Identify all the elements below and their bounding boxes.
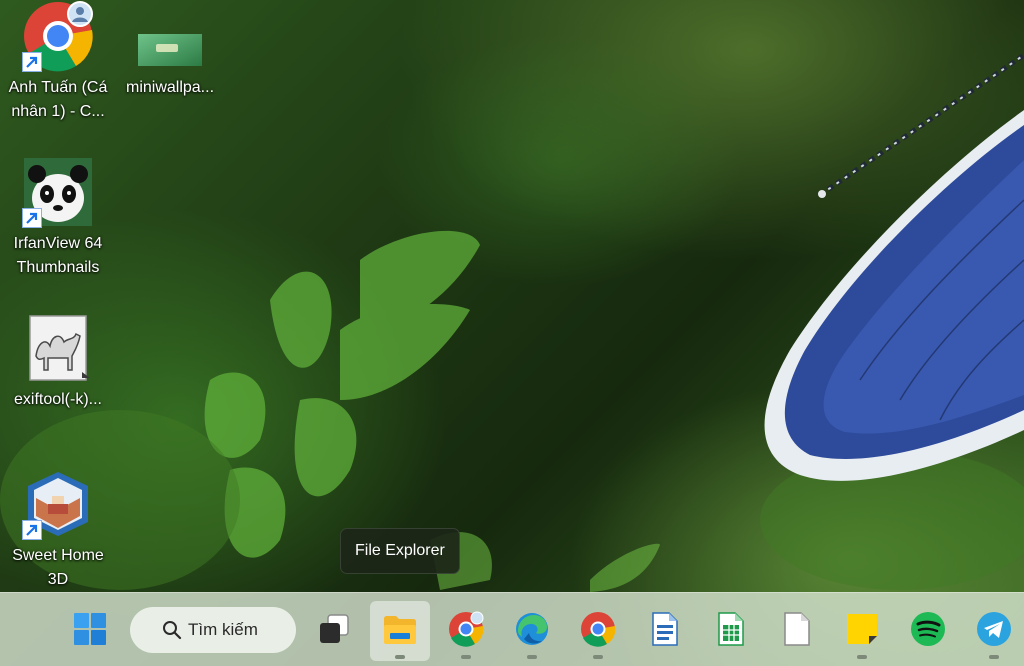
desktop-icon-label: miniwallpa... — [125, 79, 215, 96]
spotify-button[interactable] — [898, 601, 958, 661]
desktop-icon-exiftool[interactable]: exiftool(-k)... — [2, 312, 114, 412]
image-thumbnail-icon — [134, 0, 206, 72]
spreadsheet-icon — [718, 612, 744, 646]
telegram-button[interactable] — [964, 601, 1024, 661]
taskbar — [0, 592, 1024, 666]
desktop-icon-miniwallpaper[interactable]: miniwallpa... — [114, 0, 226, 100]
edge-button[interactable] — [502, 601, 562, 661]
desktop-icon-label: IrfanView 64 Thumbnails — [13, 235, 103, 276]
desktop-icon-label: Anh Tuấn (Cá nhân 1) - C... — [8, 79, 108, 120]
search-icon — [163, 621, 182, 640]
chrome-profile-icon — [22, 0, 94, 72]
house-3d-icon — [22, 468, 94, 540]
taskbar-search[interactable] — [130, 607, 296, 653]
running-indicator — [461, 655, 471, 659]
folder-icon — [384, 616, 416, 644]
spreadsheet-app-button[interactable] — [700, 601, 760, 661]
sticky-notes-icon — [847, 614, 877, 644]
desktop[interactable]: Anh Tuấn (Cá nhân 1) - C... miniwallpa..… — [0, 0, 1024, 666]
file-explorer-tooltip: File Explorer — [340, 528, 460, 574]
document-app-button[interactable] — [634, 601, 694, 661]
running-indicator — [593, 655, 603, 659]
desktop-icon-irfanview[interactable]: IrfanView 64 Thumbnails — [2, 156, 114, 280]
file-explorer-button[interactable] — [370, 601, 430, 661]
running-indicator — [989, 655, 999, 659]
sticky-notes-button[interactable] — [832, 601, 892, 661]
blank-file-icon — [784, 612, 810, 646]
desktop-icon-label: Sweet Home 3D — [12, 547, 104, 588]
shortcut-arrow-icon — [22, 208, 42, 228]
task-view-icon — [320, 614, 349, 643]
doc-icon — [652, 612, 678, 646]
blank-file-button[interactable] — [766, 601, 826, 661]
start-button[interactable] — [60, 601, 120, 661]
running-indicator — [857, 655, 867, 659]
windows-start-icon — [74, 613, 106, 645]
running-indicator — [395, 655, 405, 659]
desktop-icon-sweet-home-3d[interactable]: Sweet Home 3D — [2, 468, 114, 592]
chrome-profile-icon — [449, 611, 484, 647]
chrome-icon — [581, 612, 616, 647]
desktop-icon-chrome-profile[interactable]: Anh Tuấn (Cá nhân 1) - C... — [2, 0, 114, 124]
panda-icon — [22, 156, 94, 228]
shortcut-arrow-icon — [22, 520, 42, 540]
edge-icon — [516, 613, 548, 645]
task-view-button[interactable] — [304, 601, 364, 661]
search-input[interactable] — [188, 607, 288, 653]
telegram-icon — [977, 612, 1011, 646]
chrome-profile-button[interactable] — [436, 601, 496, 661]
chrome-button[interactable] — [568, 601, 628, 661]
shortcut-arrow-icon — [22, 52, 42, 72]
desktop-icon-label: exiftool(-k)... — [13, 391, 102, 408]
spotify-icon — [911, 612, 945, 646]
running-indicator — [527, 655, 537, 659]
camel-icon — [22, 312, 94, 384]
